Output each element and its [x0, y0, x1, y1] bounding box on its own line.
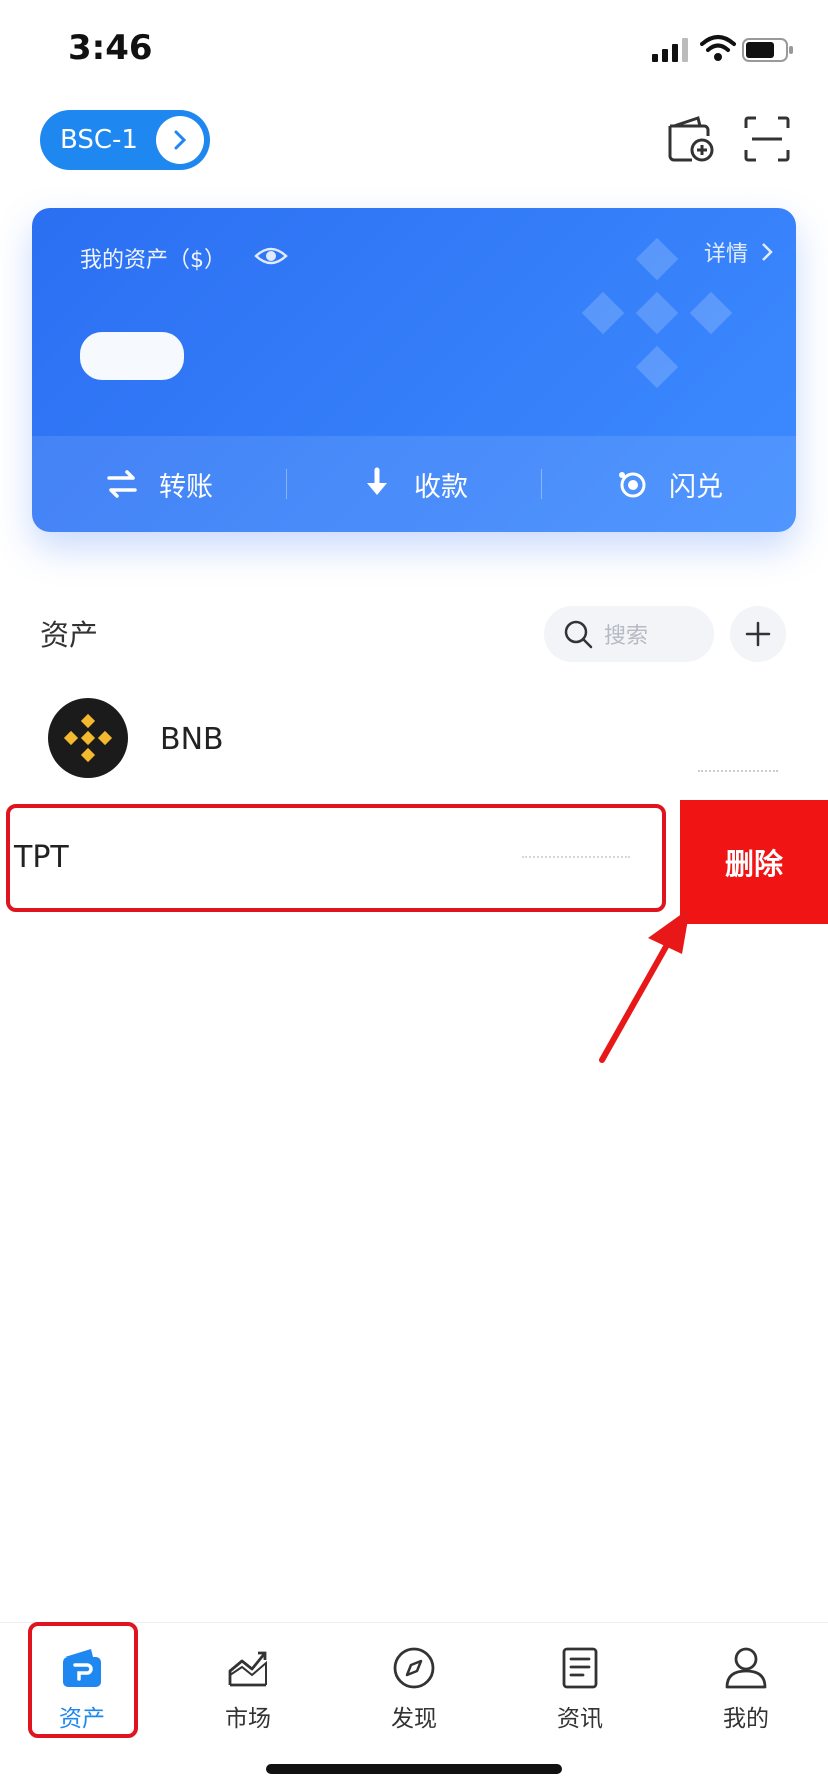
- transfer-label: 转账: [159, 471, 213, 503]
- tab-label: 我的: [723, 1706, 769, 1732]
- home-indicator: [266, 1764, 562, 1774]
- receive-button[interactable]: 收款: [287, 465, 541, 504]
- tab-label: 资讯: [557, 1706, 603, 1732]
- card-actions: 转账 收款 闪兑: [32, 436, 796, 532]
- delete-token-button[interactable]: 删除: [680, 800, 828, 924]
- status-time: 3:46: [68, 28, 153, 68]
- asset-summary-card: 我的资产（$） 详情 **** 转账: [32, 208, 796, 532]
- annotation-highlight-box: [28, 1622, 138, 1738]
- wallet-assets-screen: 3:46 BSC-1 我的资产（$） 详情 转账 收款 闪兑 资产 搜索 BNB…: [0, 0, 828, 1792]
- tab-discover[interactable]: 发现: [354, 1637, 474, 1741]
- token-row-bnb[interactable]: BNB: [0, 684, 828, 794]
- total-balance-masked: ****: [80, 332, 184, 380]
- receive-icon: [367, 467, 387, 495]
- swap-label: 闪兑: [669, 471, 723, 503]
- bnb-watermark-icon: [582, 238, 732, 388]
- wallet-name: BSC-1: [60, 125, 138, 155]
- bnb-logo-icon: [48, 698, 128, 778]
- tab-profile[interactable]: 我的: [686, 1637, 806, 1741]
- tab-label: 发现: [391, 1706, 437, 1732]
- swap-icon: [619, 472, 646, 498]
- swap-button[interactable]: 闪兑: [542, 465, 796, 504]
- eye-icon[interactable]: [254, 244, 288, 268]
- scan-icon[interactable]: [740, 112, 794, 166]
- wallet-switcher-button[interactable]: BSC-1: [40, 110, 210, 170]
- news-icon: [562, 1647, 598, 1689]
- asset-total-label: 我的资产（$）: [80, 248, 226, 273]
- annotation-arrow-icon: [599, 908, 690, 1063]
- compass-icon: [393, 1647, 435, 1689]
- tab-label: 市场: [225, 1706, 271, 1732]
- signal-icon: [652, 38, 688, 62]
- search-placeholder: 搜索: [604, 624, 649, 649]
- tab-market[interactable]: 市场: [188, 1637, 308, 1741]
- bnb-icon: [63, 713, 113, 763]
- add-token-button[interactable]: [730, 606, 786, 662]
- assets-section-title: 资产: [40, 618, 99, 652]
- asset-search-input[interactable]: 搜索: [544, 606, 714, 662]
- receive-label: 收款: [414, 471, 468, 503]
- chevron-right-icon: [156, 116, 204, 164]
- status-bar: 3:46: [0, 0, 828, 100]
- market-chart-icon: [228, 1651, 267, 1687]
- search-icon: [564, 620, 593, 649]
- annotation-highlight-box: [6, 804, 666, 912]
- wifi-icon: [700, 35, 736, 61]
- tab-news[interactable]: 资讯: [520, 1637, 640, 1741]
- plus-icon: [745, 621, 771, 647]
- transfer-icon: [107, 470, 137, 498]
- token-symbol: BNB: [160, 722, 224, 757]
- profile-icon: [725, 1647, 767, 1689]
- transfer-button[interactable]: 转账: [32, 465, 286, 504]
- battery-icon: [742, 38, 793, 62]
- add-wallet-icon[interactable]: [664, 112, 718, 166]
- chevron-right-icon: [762, 243, 773, 261]
- token-balance-masked: [698, 770, 778, 774]
